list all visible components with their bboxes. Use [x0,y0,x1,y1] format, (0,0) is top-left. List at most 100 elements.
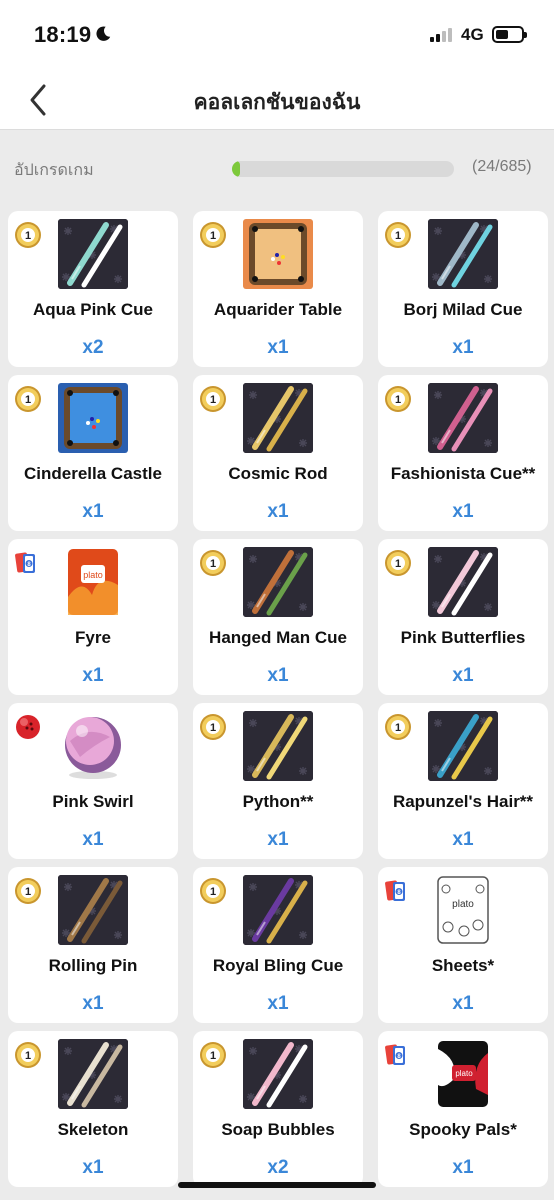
collection-item-card[interactable]: 1 Hanged Man Cue x1 [193,539,363,695]
collection-item-card[interactable]: 1 Skeleton x1 [8,1031,178,1187]
card-pack-icon: 8 [385,880,405,901]
collection-item-card[interactable]: 8 plato Spooky Pals* x1 [378,1031,548,1187]
item-quantity: x2 [267,1157,289,1178]
status-time: 18:19 [34,22,92,47]
table-image [243,219,313,289]
item-quantity: x1 [452,337,474,358]
cue-image [58,875,128,945]
progress-label: อัปเกรดเกม [14,162,94,179]
gold-coin-icon: 1 [15,386,41,412]
collection-item-card[interactable]: 1 Borj Milad Cue x1 [378,211,548,367]
signal-icon [430,28,452,42]
item-quantity: x1 [452,665,474,686]
item-name: Borj Milad Cue [403,300,523,319]
svg-text:1: 1 [210,558,216,570]
svg-text:1: 1 [25,1050,31,1062]
gold-coin-icon: 1 [200,550,226,576]
collection-item-card[interactable]: 1 Fashionista Cue** x1 [378,375,548,531]
svg-text:1: 1 [210,722,216,734]
cue-image [428,547,498,617]
item-quantity: x1 [267,993,289,1014]
item-name: Aquarider Table [213,300,343,319]
collection-item-card[interactable]: 8 plato Fyre x1 [8,539,178,695]
cue-image [58,1039,128,1109]
gold-coin-icon: 1 [15,1042,41,1068]
cue-image [243,711,313,781]
svg-text:1: 1 [395,394,401,406]
item-quantity: x1 [82,993,104,1014]
item-name: Spooky Pals* [409,1120,517,1139]
svg-text:1: 1 [210,394,216,406]
svg-text:1: 1 [395,230,401,242]
item-name: Fashionista Cue** [390,464,536,483]
item-quantity: x1 [267,829,289,850]
collection-item-card[interactable]: 1 Python** x1 [193,703,363,859]
item-quantity: x1 [82,665,104,686]
item-name: Hanged Man Cue [209,628,347,647]
network-label: 4G [461,25,484,44]
collection-item-card[interactable]: 1 Aqua Pink Cue x2 [8,211,178,367]
item-name: Skeleton [57,1120,129,1139]
collection-item-card[interactable]: 1 Aquarider Table x1 [193,211,363,367]
gold-coin-icon: 1 [385,386,411,412]
svg-text:1: 1 [25,394,31,406]
item-quantity: x1 [267,501,289,522]
collection-item-card[interactable]: 1 Rolling Pin x1 [8,867,178,1023]
collection-item-card[interactable]: 1 Cosmic Rod x1 [193,375,363,531]
card-pack-icon: 8 [385,1044,405,1065]
item-quantity: x1 [452,829,474,850]
progress-fill [232,161,240,177]
collection-item-card[interactable]: 1 Pink Butterflies x1 [378,539,548,695]
svg-text:1: 1 [395,558,401,570]
item-name: Rapunzel's Hair** [392,792,534,811]
item-name: Soap Bubbles [221,1120,335,1139]
gold-coin-icon: 1 [200,386,226,412]
navigation-bar: คอลเลกชันของฉัน [0,70,554,130]
plato-card-image: plato [438,1041,488,1107]
collection-item-card[interactable]: 8 plato Sheets* x1 [378,867,548,1023]
item-quantity: x1 [82,501,104,522]
item-quantity: x1 [82,829,104,850]
home-indicator [178,1182,376,1188]
gold-coin-icon: 1 [200,878,226,904]
collection-item-card[interactable]: Pink Swirl x1 [8,703,178,859]
collection-item-card[interactable]: 1 Rapunzel's Hair** x1 [378,703,548,859]
collection-item-card[interactable]: 1 Soap Bubbles x2 [193,1031,363,1187]
cue-image [243,383,313,453]
cue-image [243,547,313,617]
cue-image [428,383,498,453]
card-pack-icon: 8 [15,552,35,573]
upgrade-progress: อัปเกรดเกม (24/685) [0,131,554,203]
gold-coin-icon: 1 [200,714,226,740]
item-quantity: x1 [452,1157,474,1178]
cue-image [58,219,128,289]
plato-card-image: plato [437,876,489,944]
svg-text:plato: plato [83,570,103,580]
moon-icon [96,26,111,41]
gold-coin-icon: 1 [385,550,411,576]
gold-coin-icon: 1 [200,222,226,248]
gold-coin-icon: 1 [385,714,411,740]
page-title: คอลเลกชันของฉัน [193,91,361,114]
svg-text:1: 1 [210,1050,216,1062]
plato-card-image: plato [68,549,118,615]
svg-text:1: 1 [25,886,31,898]
svg-text:plato: plato [452,899,474,910]
gold-coin-icon: 1 [15,222,41,248]
item-name: Fyre [75,628,111,647]
svg-text:1: 1 [210,886,216,898]
item-quantity: x1 [267,337,289,358]
bowling-ball-icon [16,715,40,739]
collection-item-card[interactable]: 1 Cinderella Castle x1 [8,375,178,531]
battery-icon [492,26,527,43]
cue-image [428,219,498,289]
progress-bar [232,161,454,177]
item-quantity: x1 [452,993,474,1014]
item-name: Aqua Pink Cue [33,300,153,319]
status-bar: 18:19 4G [0,0,554,70]
gold-coin-icon: 1 [200,1042,226,1068]
collection-grid: 1 Aqua Pink Cue x2 1 Aquarider Table x1 1 Borj … [8,211,548,1187]
collection-item-card[interactable]: 1 Royal Bling Cue x1 [193,867,363,1023]
bowling-ball-image [65,717,121,779]
item-quantity: x1 [452,501,474,522]
